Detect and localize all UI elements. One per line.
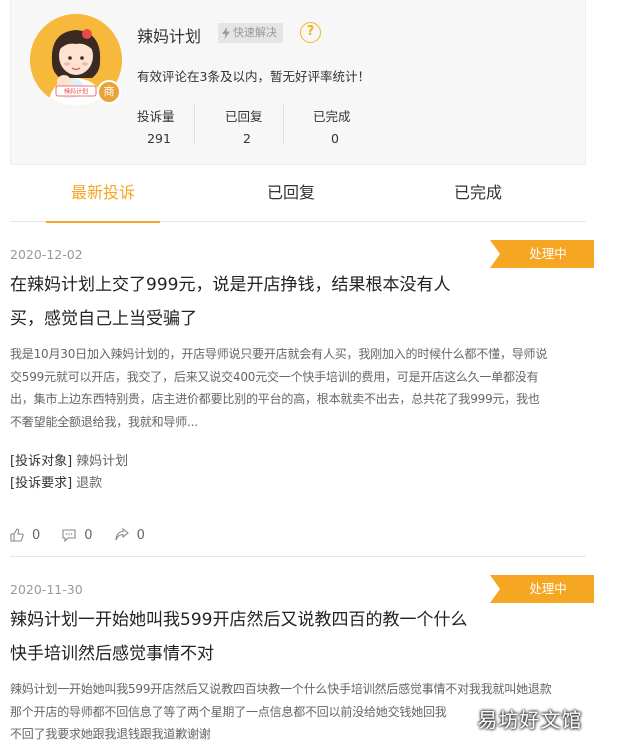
complaint-request: [投诉要求] 退款 [10, 472, 102, 491]
desc-line: 出，集市上边东西特别贵，店主进价都要比别的平台的高，根本就卖不出去，总共花了我9… [10, 392, 540, 406]
complaint-target: [投诉对象] 辣妈计划 [10, 450, 128, 469]
complaint-date: 2020-11-30 [10, 582, 83, 597]
tab-replied[interactable]: 已回复 [234, 168, 348, 222]
target-value[interactable]: 辣妈计划 [76, 454, 128, 469]
complaint-description: 我是10月30日加入辣妈计划的，开店导师说只要开店就会有人买，我刚加入的时候什么… [10, 343, 586, 433]
complaint-tabs: 最新投诉 已回复 已完成 [10, 168, 586, 223]
status-badge: 处理中 [490, 240, 594, 268]
complaint-title[interactable]: 在辣妈计划上交了999元，说是开店挣钱，结果根本没有人 买，感觉自己上当受骗了 [10, 268, 490, 336]
title-line: 买，感觉自己上当受骗了 [10, 309, 197, 329]
stat-completed[interactable]: 已完成 0 [313, 106, 403, 146]
share-button[interactable]: 0 [115, 528, 145, 543]
title-line: 辣妈计划一开始她叫我599开店然后又说教四百的教一个什么 [10, 610, 468, 630]
complaint-actions: 0 0 0 [10, 525, 167, 545]
watermark-text: 易坊好文馆 [477, 707, 583, 732]
stat-label: 已回复 [225, 109, 263, 124]
comment-count: 0 [84, 527, 93, 543]
stat-label: 已完成 [313, 109, 351, 124]
desc-line: 不奢望能全额退给我，我就和导师... [10, 414, 198, 429]
request-value: 退款 [76, 476, 103, 491]
share-icon [115, 528, 129, 541]
stat-label: 投诉量 [137, 109, 175, 124]
stat-value: 0 [331, 131, 339, 146]
stat-complaints[interactable]: 投诉量 291 [137, 106, 227, 146]
desc-line: 辣妈计划一开始她叫我599开店然后又说教四百块教一个什么快手培训然后感觉事情不对… [10, 682, 552, 696]
thumbs-up-icon [10, 528, 24, 542]
status-badge: 处理中 [490, 575, 594, 603]
complaint-date: 2020-12-02 [10, 247, 83, 262]
site-watermark: 易坊好文馆 [460, 702, 600, 734]
title-line: 快手培训然后感觉事情不对 [10, 644, 214, 664]
share-count: 0 [136, 527, 145, 543]
request-label: [投诉要求] [10, 476, 73, 491]
lightning-icon [222, 27, 230, 39]
rating-notice: 有效评论在3条及以内，暂无好评率统计！ [137, 69, 370, 84]
complaint-title[interactable]: 辣妈计划一开始她叫我599开店然后又说教四百的教一个什么 快手培训然后感觉事情不… [10, 603, 490, 671]
stat-replied[interactable]: 已回复 2 [225, 106, 315, 146]
target-label: [投诉对象] [10, 454, 73, 469]
tab-completed[interactable]: 已完成 [421, 168, 535, 222]
like-count: 0 [32, 527, 41, 543]
stat-value: 2 [243, 131, 251, 146]
stat-divider [194, 104, 195, 144]
tab-latest[interactable]: 最新投诉 [46, 168, 160, 223]
stat-value: 291 [147, 131, 171, 146]
merchant-badge: 商 [97, 80, 121, 104]
like-button[interactable]: 0 [10, 528, 40, 543]
merchant-profile-card: 辣妈计划 商 辣妈计划 快速解决 ? 有效评论在3条及以内，暂无好评率统计！ 投… [10, 0, 586, 165]
quick-resolve-badge: 快速解决 [218, 23, 283, 43]
desc-line: 交599元就可以开店，我交了，后来又说交400元交一个快手培训的费用，可是开店这… [10, 369, 539, 384]
desc-line: 我是10月30日加入辣妈计划的，开店导师说只要开店就会有人买，我刚加入的时候什么… [10, 347, 548, 361]
item-divider [10, 556, 586, 557]
quick-resolve-label: 快速解决 [233, 26, 277, 39]
comment-icon [62, 529, 76, 542]
comment-button[interactable]: 0 [62, 527, 93, 543]
help-question-icon[interactable]: ? [300, 22, 321, 43]
merchant-name[interactable]: 辣妈计划 [137, 23, 201, 47]
title-line: 在辣妈计划上交了999元，说是开店挣钱，结果根本没有人 [10, 275, 451, 295]
stat-divider [283, 104, 284, 144]
avatar-logo-text: 辣妈计划 [64, 88, 88, 96]
